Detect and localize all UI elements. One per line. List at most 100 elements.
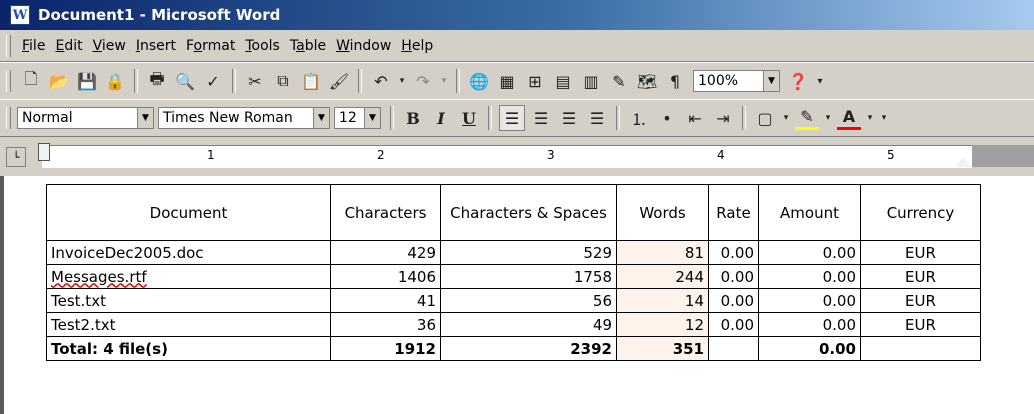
cell-amount[interactable]: 0.00 (758, 240, 861, 265)
document-map-icon[interactable]: 🗺 (635, 69, 659, 93)
cut-icon[interactable]: ✂ (243, 69, 267, 93)
header-amount[interactable]: Amount (758, 184, 861, 241)
total-label[interactable]: Total: 4 file(s) (46, 336, 331, 361)
cell-currency[interactable]: EUR (860, 240, 981, 265)
highlight-dropdown-icon[interactable]: ▾ (823, 106, 833, 130)
cell-rate[interactable]: 0.00 (708, 312, 759, 337)
save-icon[interactable]: 💾 (75, 69, 99, 93)
cell-amount[interactable]: 0.00 (758, 264, 861, 289)
insert-excel-icon[interactable]: ▤ (551, 69, 575, 93)
menu-view[interactable]: View (88, 38, 131, 54)
permission-icon[interactable]: 🔒 (103, 69, 127, 93)
font-color-dropdown-icon[interactable]: ▾ (865, 106, 875, 130)
cell-characters[interactable]: 429 (330, 240, 441, 265)
align-left-icon[interactable]: ☰ (499, 105, 525, 131)
underline-button[interactable]: U (457, 106, 481, 130)
show-hide-icon[interactable]: ¶ (663, 69, 687, 93)
center-icon[interactable]: ☰ (529, 106, 553, 130)
cell-document[interactable]: Test2.txt (46, 312, 331, 337)
format-painter-icon[interactable]: 🖌 (327, 69, 351, 93)
total-characters-spaces[interactable]: 2392 (440, 336, 617, 361)
justify-icon[interactable]: ☰ (585, 106, 609, 130)
cell-words[interactable]: 12 (616, 312, 709, 337)
document-page[interactable]: Document Characters Characters & Spaces … (0, 176, 1034, 414)
borders-icon[interactable]: ▢ (753, 106, 777, 130)
undo-icon[interactable]: ↶ (369, 69, 393, 93)
cell-amount[interactable]: 0.00 (758, 312, 861, 337)
cell-characters-spaces[interactable]: 49 (440, 312, 617, 337)
cell-amount[interactable]: 0.00 (758, 288, 861, 313)
right-indent-marker[interactable] (955, 157, 971, 167)
toolbar-grip[interactable] (6, 107, 11, 129)
help-icon[interactable]: ❓ (786, 69, 810, 93)
total-amount[interactable]: 0.00 (758, 336, 861, 361)
menu-window[interactable]: Window (331, 38, 396, 54)
print-preview-icon[interactable]: 🔍 (173, 69, 197, 93)
total-words[interactable]: 351 (616, 336, 709, 361)
copy-icon[interactable]: ⧉ (271, 69, 295, 93)
left-indent-marker[interactable] (38, 143, 50, 161)
menu-insert[interactable]: Insert (131, 38, 181, 54)
cell-characters-spaces[interactable]: 529 (440, 240, 617, 265)
cell-document[interactable]: InvoiceDec2005.doc (46, 240, 331, 265)
font-size-dropdown-icon[interactable]: ▼ (364, 107, 381, 129)
style-dropdown-icon[interactable]: ▼ (137, 107, 154, 129)
cell-document[interactable]: Messages.rtf (46, 264, 331, 289)
title-bar[interactable]: W Document1 - Microsoft Word (0, 0, 1034, 30)
zoom-dropdown-icon[interactable]: ▼ (763, 70, 780, 92)
highlight-icon[interactable]: ✎ (795, 107, 819, 130)
bold-button[interactable]: B (401, 106, 425, 130)
cell-rate[interactable]: 0.00 (708, 240, 759, 265)
hyperlink-icon[interactable]: 🌐 (467, 69, 491, 93)
style-combo[interactable]: Normal (17, 107, 137, 129)
font-size-combo[interactable]: 12 (334, 107, 364, 129)
cell-characters[interactable]: 1406 (330, 264, 441, 289)
header-words[interactable]: Words (616, 184, 709, 241)
menu-format[interactable]: Format (181, 38, 240, 54)
font-color-icon[interactable]: A (837, 107, 861, 130)
menubar-grip[interactable] (6, 35, 11, 57)
header-characters-spaces[interactable]: Characters & Spaces (440, 184, 617, 241)
align-right-icon[interactable]: ☰ (557, 106, 581, 130)
drawing-icon[interactable]: ✎ (607, 69, 631, 93)
font-dropdown-icon[interactable]: ▼ (313, 107, 330, 129)
horizontal-ruler[interactable]: 1 2 3 4 5 (42, 145, 972, 168)
insert-table-icon[interactable]: ⊞ (523, 69, 547, 93)
zoom-combo[interactable]: 100% (693, 70, 763, 92)
cell-words[interactable]: 81 (616, 240, 709, 265)
print-icon[interactable]: 🖶 (145, 69, 169, 93)
total-characters[interactable]: 1912 (330, 336, 441, 361)
cell-words[interactable]: 14 (616, 288, 709, 313)
word-app-icon[interactable]: W (10, 5, 30, 25)
cell-currency[interactable]: EUR (860, 288, 981, 313)
borders-dropdown-icon[interactable]: ▾ (781, 106, 791, 130)
toolbar-options-icon[interactable]: ▾ (814, 69, 826, 93)
menu-table[interactable]: Table (285, 38, 331, 54)
menu-file[interactable]: File (17, 38, 50, 54)
cell-currency[interactable]: EUR (860, 264, 981, 289)
tab-selector[interactable]: └ (6, 147, 26, 167)
decrease-indent-icon[interactable]: ⇤ (683, 106, 707, 130)
cell-document[interactable]: Test.txt (46, 288, 331, 313)
redo-dropdown-icon[interactable]: ▾ (439, 69, 449, 93)
open-folder-icon[interactable]: 📂 (47, 69, 71, 93)
menu-edit[interactable]: Edit (50, 38, 87, 54)
cell-rate[interactable]: 0.00 (708, 264, 759, 289)
total-currency[interactable] (860, 336, 981, 361)
cell-currency[interactable]: EUR (860, 312, 981, 337)
header-rate[interactable]: Rate (708, 184, 759, 241)
menu-help[interactable]: Help (396, 38, 438, 54)
columns-icon[interactable]: ▥ (579, 69, 603, 93)
new-document-icon[interactable]: 🗋 (19, 69, 43, 93)
tables-borders-icon[interactable]: ▦ (495, 69, 519, 93)
spelling-error-text[interactable]: Messages.rtf (51, 268, 147, 286)
cell-characters-spaces[interactable]: 56 (440, 288, 617, 313)
spelling-icon[interactable]: ✓ (201, 69, 225, 93)
redo-icon[interactable]: ↷ (411, 69, 435, 93)
toolbar-grip[interactable] (6, 70, 11, 92)
cell-rate[interactable]: 0.00 (708, 288, 759, 313)
cell-characters-spaces[interactable]: 1758 (440, 264, 617, 289)
cell-words[interactable]: 244 (616, 264, 709, 289)
toolbar-options-icon[interactable]: ▾ (879, 106, 889, 130)
menu-tools[interactable]: Tools (240, 38, 285, 54)
